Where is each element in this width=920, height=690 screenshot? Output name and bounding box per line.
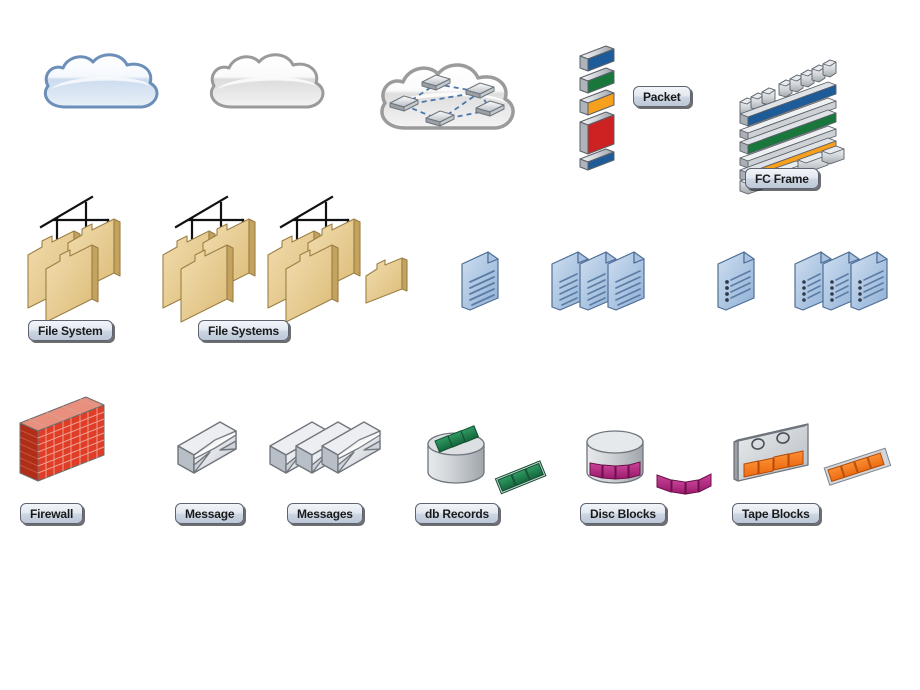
file-system-icon[interactable] [20, 195, 140, 323]
packet-icon[interactable] [574, 42, 634, 172]
messages-label: Messages [287, 503, 363, 524]
folder-icon[interactable] [365, 257, 414, 310]
firewall-label: Firewall [20, 503, 84, 524]
tape-blocks-label: Tape Blocks [732, 503, 820, 524]
packet-label: Packet [633, 86, 691, 107]
db-records-label: db Records [415, 503, 500, 524]
message-icon[interactable] [176, 418, 248, 490]
network-cloud-icon[interactable] [368, 48, 528, 148]
documents-icon[interactable] [551, 251, 648, 314]
disc-blocks-label: Disc Blocks [580, 503, 666, 524]
tape-blocks-icon[interactable] [732, 418, 892, 498]
cloud-blue-icon[interactable] [32, 45, 172, 125]
fc-frame-icon[interactable] [736, 48, 846, 195]
file-systems-label: File Systems [198, 320, 289, 341]
record-documents-icon[interactable] [794, 251, 891, 314]
disc-blocks-icon[interactable] [583, 428, 713, 498]
file-system-label: File System [28, 320, 113, 341]
cloud-gray-icon[interactable] [198, 45, 338, 125]
firewall-icon[interactable] [14, 395, 114, 500]
fc-frame-label: FC Frame [745, 168, 819, 189]
document-icon[interactable] [461, 251, 514, 314]
stencil-sheet: Packet FC Frame File System File Systems… [0, 0, 920, 690]
record-document-icon[interactable] [717, 251, 770, 314]
db-records-icon[interactable] [424, 425, 554, 498]
message-label: Message [175, 503, 245, 524]
messages-icon[interactable] [268, 418, 388, 490]
file-systems-icon[interactable] [155, 195, 361, 323]
